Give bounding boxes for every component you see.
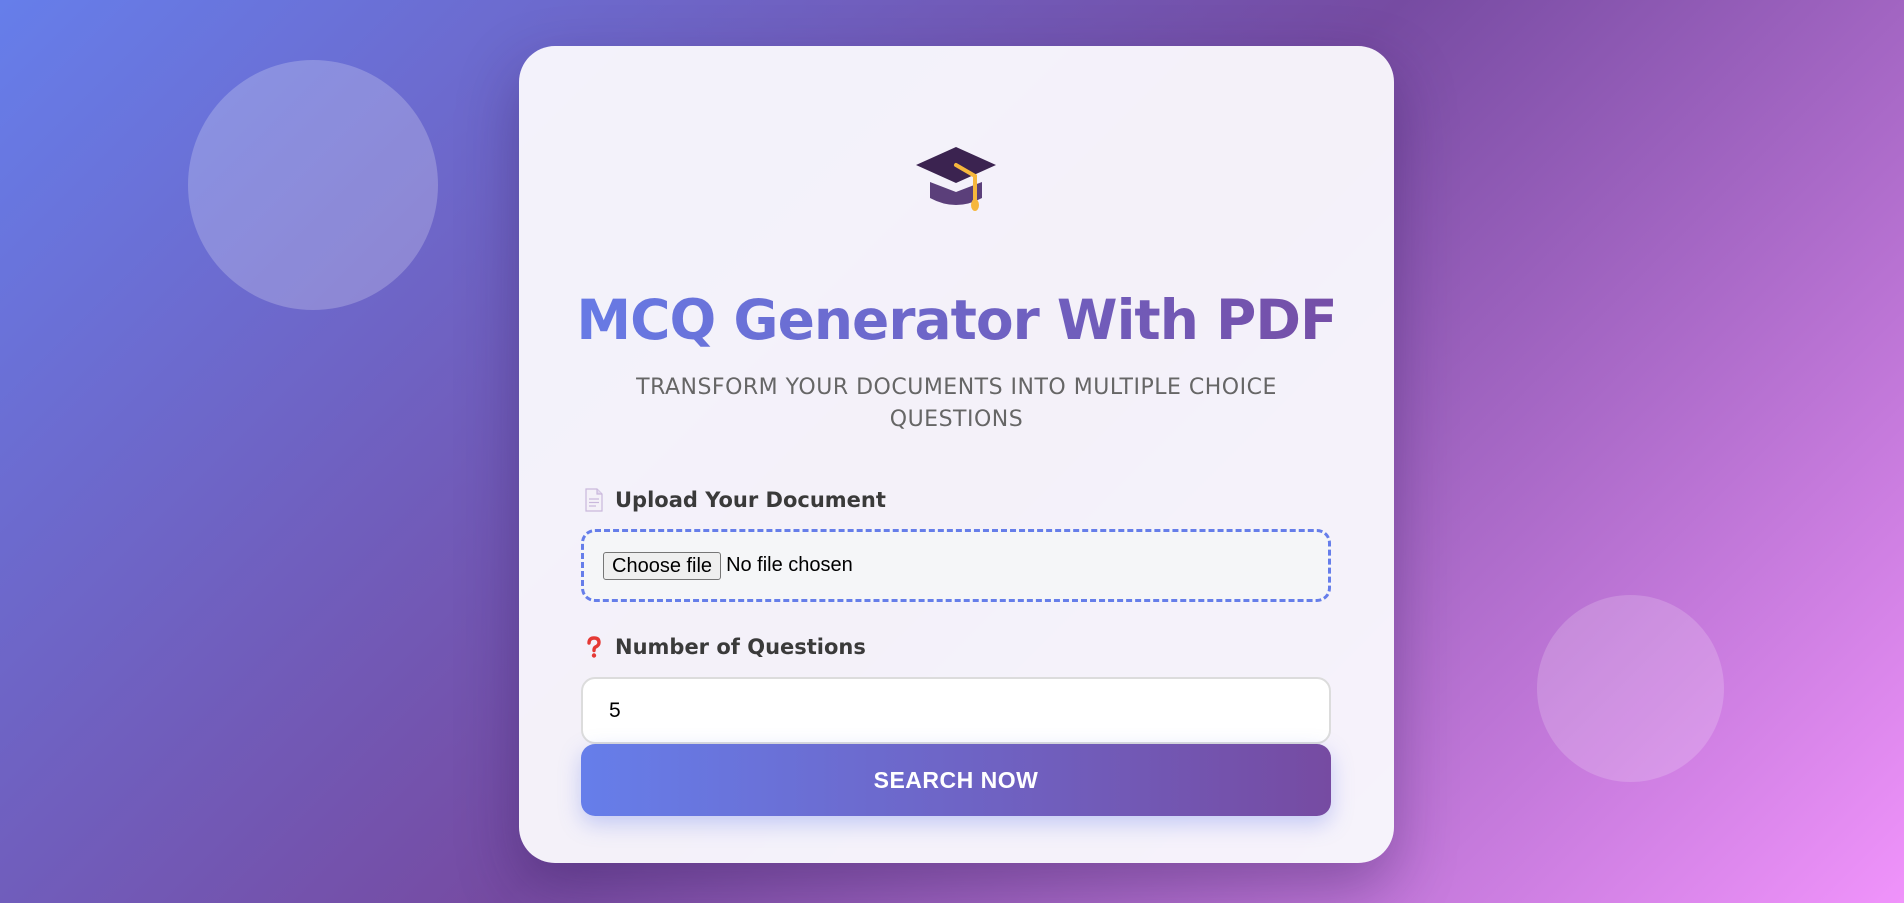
question-mark-icon <box>587 636 601 658</box>
decorative-circle-bottom-right <box>1537 595 1724 782</box>
upload-label: Upload Your Document <box>583 488 886 512</box>
page-title: MCQ Generator With PDF <box>519 284 1394 356</box>
decorative-circle-top-left <box>188 60 438 310</box>
question-count-input[interactable]: 5 <box>581 677 1331 744</box>
questions-label: Number of Questions <box>583 635 866 659</box>
questions-label-text: Number of Questions <box>615 635 866 659</box>
graduation-cap-icon <box>916 147 996 211</box>
choose-file-button[interactable]: Choose file <box>603 551 722 580</box>
generator-card: MCQ Generator With PDF TRANSFORM YOUR DO… <box>519 46 1394 863</box>
search-now-button[interactable]: SEARCH NOW <box>581 744 1331 816</box>
page-subtitle: TRANSFORM YOUR DOCUMENTS INTO MULTIPLE C… <box>636 375 1277 432</box>
upload-label-text: Upload Your Document <box>615 488 886 512</box>
file-upload-dropzone[interactable]: Choose file No file chosen <box>581 529 1331 602</box>
file-status-text: No file chosen <box>726 554 853 576</box>
document-icon <box>585 488 603 512</box>
